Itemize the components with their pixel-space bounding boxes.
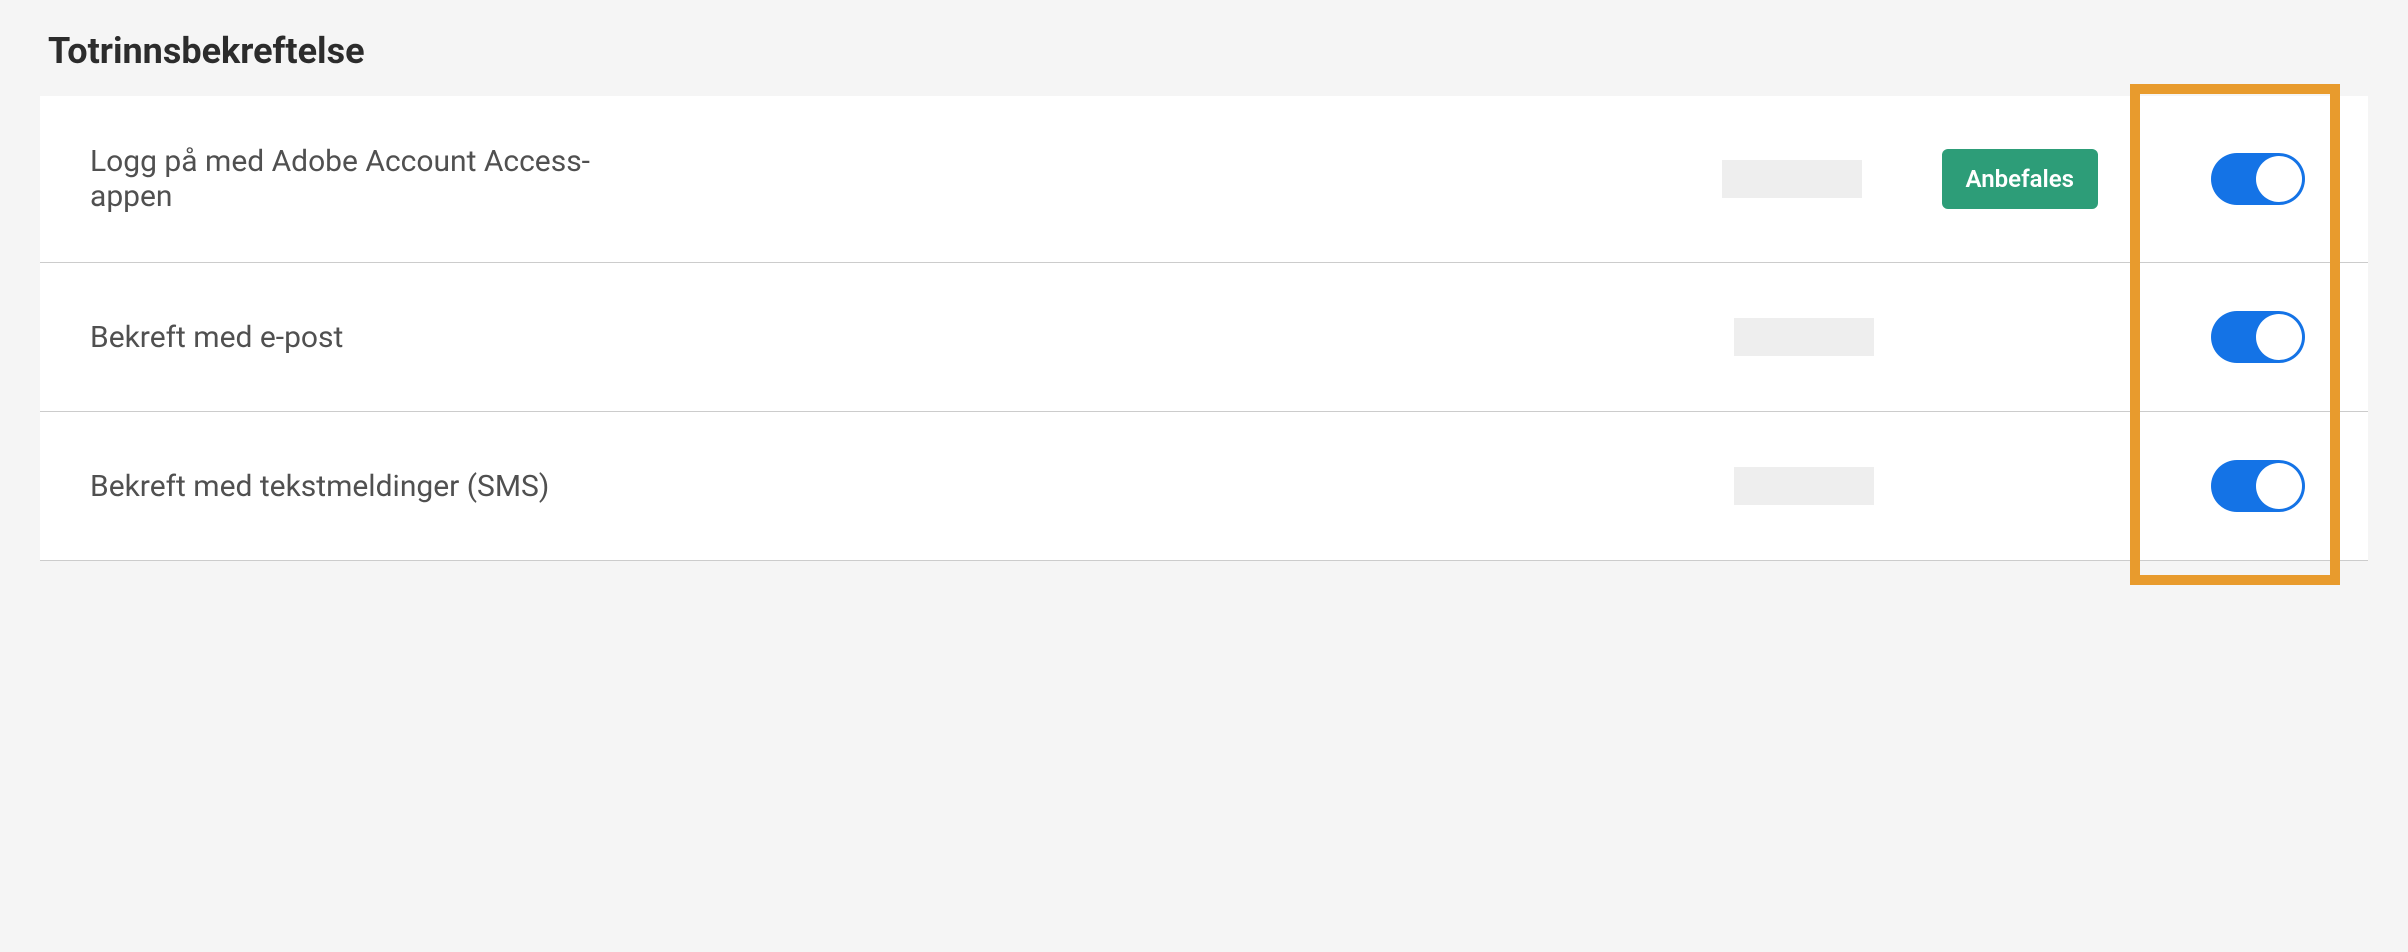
value-placeholder xyxy=(1734,467,1874,505)
setting-row-adobe-app: Logg på med Adobe Account Access-appen A… xyxy=(40,96,2368,263)
toggle-sms[interactable] xyxy=(2211,460,2305,512)
two-step-settings-panel: Logg på med Adobe Account Access-appen A… xyxy=(40,96,2368,561)
value-placeholder xyxy=(1722,160,1862,198)
setting-label: Logg på med Adobe Account Access-appen xyxy=(90,144,670,214)
toggle-knob xyxy=(2256,314,2302,360)
toggle-adobe-app[interactable] xyxy=(2211,153,2305,205)
setting-row-sms: Bekreft med tekstmeldinger (SMS) xyxy=(40,412,2368,561)
section-title: Totrinnsbekreftelse xyxy=(48,30,2368,72)
toggle-knob xyxy=(2256,463,2302,509)
toggle-knob xyxy=(2256,156,2302,202)
recommended-badge: Anbefales xyxy=(1942,149,2098,209)
value-placeholder xyxy=(1734,318,1874,356)
setting-label: Bekreft med e-post xyxy=(90,320,670,355)
setting-row-email: Bekreft med e-post xyxy=(40,263,2368,412)
toggle-email[interactable] xyxy=(2211,311,2305,363)
setting-label: Bekreft med tekstmeldinger (SMS) xyxy=(90,469,670,504)
